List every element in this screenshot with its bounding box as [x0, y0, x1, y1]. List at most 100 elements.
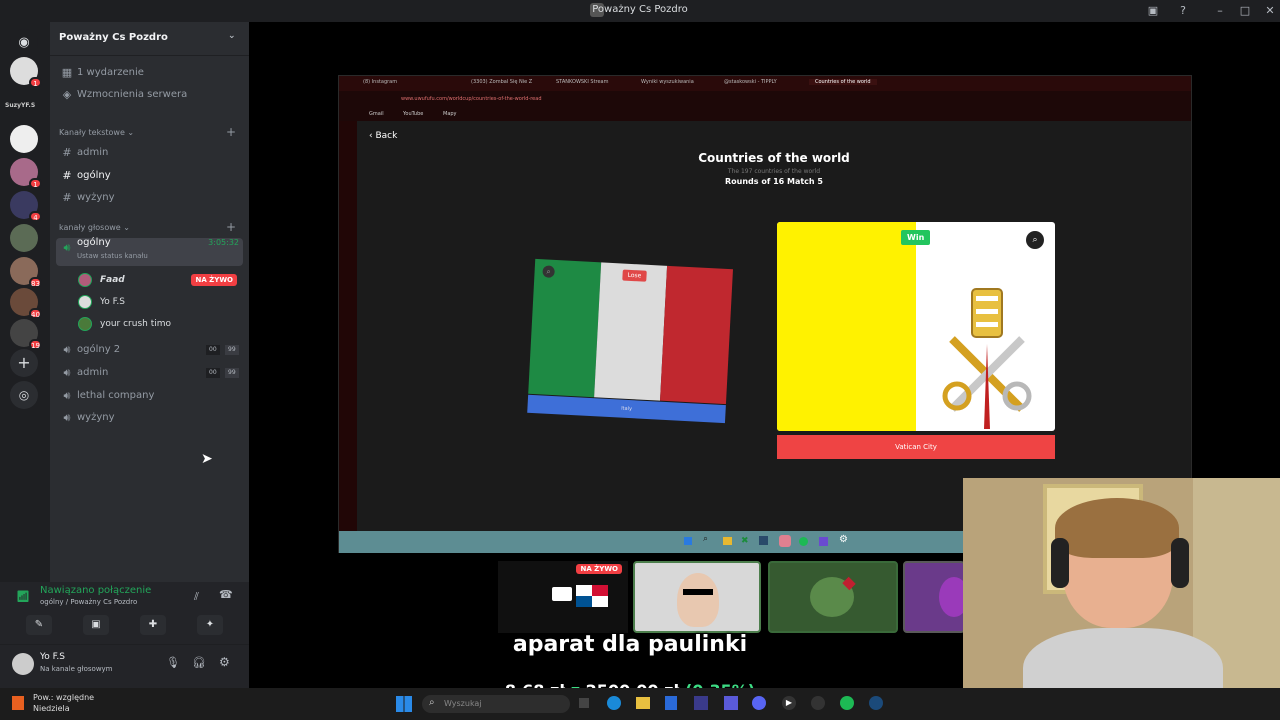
- voice-channel[interactable]: 🔊︎ lethal company: [56, 386, 243, 406]
- spotify-icon[interactable]: [840, 696, 854, 710]
- app-icon: [779, 535, 791, 547]
- server-avatar[interactable]: 40: [10, 288, 42, 319]
- mention-badge: 4: [29, 211, 42, 222]
- teams-icon[interactable]: [724, 696, 738, 710]
- bookmark: YouTube: [403, 111, 424, 117]
- search-icon: ⌕: [703, 534, 709, 544]
- stream-subtitle: aparat dla paulinki: [512, 632, 748, 657]
- voice-user[interactable]: your crush timo: [76, 314, 243, 334]
- hash-icon: #: [62, 169, 72, 182]
- edge-icon[interactable]: [607, 696, 621, 710]
- steam-icon: [759, 536, 768, 545]
- gear-icon[interactable]: ⚙: [219, 655, 230, 669]
- connection-channel[interactable]: ogólny / Poważny Cs Pozdro: [40, 598, 137, 606]
- browser-sidebar: [339, 121, 357, 531]
- channel-status[interactable]: Ustaw status kanału: [77, 246, 148, 266]
- window-title: Poważny Cs Pozdro: [592, 4, 688, 15]
- avatar: [78, 273, 92, 287]
- title-bar: Poważny Cs Pozdro ▣ ? – □ ✕: [0, 0, 1280, 22]
- participant-tile[interactable]: [903, 561, 969, 633]
- weather-status[interactable]: Pow.: względne: [33, 693, 94, 702]
- page-content: ‹ Back Countries of the world The 197 co…: [357, 121, 1191, 531]
- participant-tile[interactable]: [633, 561, 761, 633]
- user-count: 00: [206, 345, 220, 355]
- voice-channel[interactable]: 🔊︎ admin 00 99: [56, 363, 243, 383]
- bookmark: Gmail: [369, 111, 384, 117]
- flag-card-vatican: Win ⌕: [777, 222, 1055, 431]
- server-avatar[interactable]: 1: [10, 57, 42, 88]
- user-limit: 99: [225, 368, 239, 378]
- add-server-icon[interactable]: +: [10, 349, 38, 377]
- browser-tab: @staskowski - TIPPLY: [724, 79, 777, 85]
- headphones-icon[interactable]: 🎧︎: [192, 656, 206, 669]
- mouse-cursor-icon: ➤: [201, 451, 213, 467]
- signal-icon[interactable]: 📶︎: [16, 590, 30, 603]
- add-channel-icon[interactable]: +: [226, 220, 236, 234]
- live-badge: NA ŻYWO: [191, 274, 237, 286]
- explore-icon[interactable]: ◎: [10, 381, 38, 409]
- voice-user[interactable]: 𝙁𝙖𝙖𝙙 NA ŻYWO: [76, 270, 243, 290]
- channel-ogolny[interactable]: # ogólny: [56, 166, 243, 186]
- channel-label: lethal company: [77, 390, 155, 401]
- discord-icon[interactable]: [752, 696, 766, 710]
- events-item[interactable]: ▦ 1 wydarzenie: [56, 63, 243, 83]
- server-name: Poważny Cs Pozdro: [59, 32, 168, 43]
- text-category[interactable]: Kanały tekstowe ⌄: [59, 128, 134, 137]
- noise-suppression-icon[interactable]: ⫽: [194, 590, 199, 604]
- server-header[interactable]: Poważny Cs Pozdro ⌄: [50, 22, 249, 56]
- minimize-icon[interactable]: –: [1212, 3, 1228, 19]
- weather-icon[interactable]: [12, 696, 24, 710]
- voice-user[interactable]: Yo F.S: [76, 292, 243, 312]
- store-icon[interactable]: [694, 696, 708, 710]
- discord-home-icon[interactable]: ◉: [10, 29, 38, 57]
- windows-start-icon[interactable]: [396, 696, 412, 712]
- word-icon[interactable]: [665, 696, 677, 710]
- participant-tile[interactable]: [768, 561, 898, 633]
- calendar-icon: ▦: [61, 66, 73, 79]
- add-channel-icon[interactable]: +: [226, 125, 236, 139]
- search-box[interactable]: ⌕ Wyszukaj: [422, 695, 570, 713]
- server-avatar[interactable]: 83: [10, 257, 42, 288]
- mention-badge: 1: [29, 178, 42, 189]
- channel-admin[interactable]: # admin: [56, 143, 243, 163]
- xbox-icon: ✖: [741, 536, 749, 546]
- maximize-icon[interactable]: □: [1237, 3, 1253, 19]
- stream-thumbnail[interactable]: NA ŻYWO: [498, 561, 628, 633]
- voice-channel-ogolny[interactable]: 🔊︎ ogólny 3:05:32 Ustaw status kanału: [56, 237, 243, 266]
- channel-wyzyny[interactable]: # wyżyny: [56, 188, 243, 208]
- boosts-item[interactable]: ◈ Wzmocnienia serwera: [56, 85, 243, 105]
- server-avatar[interactable]: [10, 125, 38, 153]
- help-icon[interactable]: ?: [1175, 3, 1191, 19]
- quiz-round: Rounds of 16 Match 5: [725, 177, 823, 186]
- bookmark: Mapy: [443, 111, 457, 117]
- channel-label: admin: [77, 147, 109, 158]
- steam-icon[interactable]: [869, 696, 883, 710]
- folder-icon[interactable]: [636, 697, 650, 709]
- server-avatar[interactable]: 19: [10, 319, 42, 350]
- server-avatar[interactable]: 1: [10, 158, 42, 189]
- user-count: 00: [206, 368, 220, 378]
- inbox-icon[interactable]: ▣: [1145, 3, 1161, 19]
- app-icon[interactable]: [811, 696, 825, 710]
- screen-icon: [552, 587, 572, 601]
- hash-icon: #: [62, 191, 72, 204]
- taskview-icon[interactable]: [579, 698, 589, 708]
- voice-category[interactable]: kanały głosowe ⌄: [59, 223, 130, 232]
- voice-channel[interactable]: 🔊︎ ogólny 2 00 99: [56, 340, 243, 360]
- disconnect-icon[interactable]: ☎: [219, 588, 233, 601]
- flag-thumbnail: [576, 585, 608, 607]
- server-avatar[interactable]: 4: [10, 191, 42, 222]
- microphone-icon[interactable]: 🎙︎: [166, 656, 180, 669]
- media-player-icon[interactable]: ▶: [782, 696, 796, 710]
- close-icon[interactable]: ✕: [1262, 3, 1278, 19]
- connection-status: Nawiązano połączenie: [40, 585, 152, 596]
- mention-badge: 83: [29, 277, 42, 288]
- voice-channel[interactable]: 🔊︎ wyżyny: [56, 408, 243, 428]
- quiz-subtitle: The 197 countries of the world: [727, 168, 821, 175]
- os-taskbar: Pow.: względne Niedziela ⌕ Wyszukaj ▶: [0, 688, 1280, 720]
- events-label: 1 wydarzenie: [77, 67, 144, 78]
- flag-card-italy: ⌕ Lose Italy: [527, 258, 733, 427]
- mention-badge: 1: [29, 77, 42, 88]
- browser-url: www.uwufufu.com/worldcup/countries-of-th…: [401, 96, 542, 102]
- server-avatar[interactable]: [10, 224, 38, 252]
